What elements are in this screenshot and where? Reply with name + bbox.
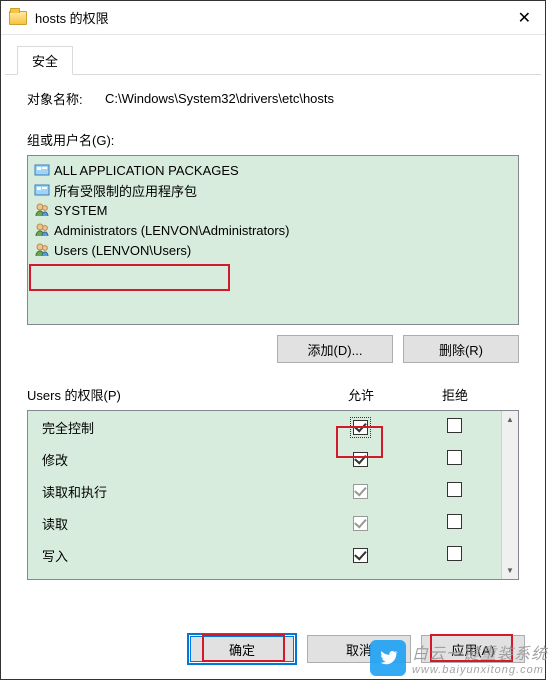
footer-button-row: 确定 取消 应用(A) xyxy=(1,619,545,679)
perm-label: 完全控制 xyxy=(42,418,313,437)
perm-row: 完全控制 xyxy=(28,411,501,443)
tab-row: 安全 xyxy=(5,35,541,75)
package-icon xyxy=(34,162,50,178)
list-item-label: ALL APPLICATION PACKAGES xyxy=(54,163,239,178)
perm-header-left: Users 的权限(P) xyxy=(27,385,314,404)
remove-button[interactable]: 删除(R) xyxy=(403,335,519,363)
tab-security[interactable]: 安全 xyxy=(17,46,73,75)
allow-checkbox[interactable] xyxy=(353,420,368,435)
object-label: 对象名称: xyxy=(27,89,105,108)
scroll-up-icon[interactable]: ▲ xyxy=(502,411,518,428)
dialog-window: hosts 的权限 ✕ 安全 对象名称: C:\Windows\System32… xyxy=(0,0,546,680)
list-item-label: Users (LENVON\Users) xyxy=(54,243,191,258)
add-button[interactable]: 添加(D)... xyxy=(277,335,393,363)
perm-row: 修改 xyxy=(28,443,501,475)
deny-checkbox[interactable] xyxy=(447,482,462,497)
perm-row: 读取和执行 xyxy=(28,475,501,507)
list-item[interactable]: SYSTEM xyxy=(32,200,514,220)
perm-label: 修改 xyxy=(42,450,313,469)
allow-checkbox[interactable] xyxy=(353,516,368,531)
deny-checkbox[interactable] xyxy=(447,546,462,561)
deny-checkbox[interactable] xyxy=(447,418,462,433)
perm-label: 写入 xyxy=(42,546,313,565)
scrollbar[interactable]: ▲ ▼ xyxy=(501,411,518,579)
allow-checkbox[interactable] xyxy=(353,452,368,467)
groups-label: 组或用户名(G): xyxy=(27,130,519,149)
window-title: hosts 的权限 xyxy=(35,8,512,27)
object-row: 对象名称: C:\Windows\System32\drivers\etc\ho… xyxy=(27,89,519,108)
user-group-list[interactable]: ALL APPLICATION PACKAGES 所有受限制的应用程序包 SYS… xyxy=(27,155,519,325)
perm-row: 写入 xyxy=(28,539,501,571)
scroll-down-icon[interactable]: ▼ xyxy=(502,562,518,579)
folder-icon xyxy=(9,11,27,25)
group-icon xyxy=(34,222,50,238)
list-item[interactable]: Administrators (LENVON\Administrators) xyxy=(32,220,514,240)
list-item-label: Administrators (LENVON\Administrators) xyxy=(54,223,290,238)
ok-button[interactable]: 确定 xyxy=(190,636,294,662)
perm-label: 读取和执行 xyxy=(42,482,313,501)
deny-checkbox[interactable] xyxy=(447,514,462,529)
close-icon[interactable]: ✕ xyxy=(512,8,537,28)
list-item-label: SYSTEM xyxy=(54,203,107,218)
object-path: C:\Windows\System32\drivers\etc\hosts xyxy=(105,91,519,106)
list-item[interactable]: ALL APPLICATION PACKAGES xyxy=(32,160,514,180)
allow-checkbox[interactable] xyxy=(353,548,368,563)
permission-header: Users 的权限(P) 允许 拒绝 xyxy=(27,385,519,404)
permission-list: 完全控制 修改 读取和执行 读取 xyxy=(27,410,519,580)
cancel-button[interactable]: 取消 xyxy=(307,635,411,663)
perm-header-deny: 拒绝 xyxy=(408,385,502,404)
list-item-users[interactable]: Users (LENVON\Users) xyxy=(32,240,514,260)
perm-header-allow: 允许 xyxy=(314,385,408,404)
list-item[interactable]: 所有受限制的应用程序包 xyxy=(32,180,514,200)
allow-checkbox[interactable] xyxy=(353,484,368,499)
deny-checkbox[interactable] xyxy=(447,450,462,465)
group-button-row: 添加(D)... 删除(R) xyxy=(27,335,519,363)
package-icon xyxy=(34,182,50,198)
group-icon xyxy=(34,242,50,258)
perm-label: 读取 xyxy=(42,514,313,533)
list-item-label: 所有受限制的应用程序包 xyxy=(54,181,197,200)
apply-button[interactable]: 应用(A) xyxy=(421,635,525,663)
titlebar: hosts 的权限 ✕ xyxy=(1,1,545,35)
user-icon xyxy=(34,202,50,218)
ok-button-highlight: 确定 xyxy=(187,633,297,665)
perm-row: 读取 xyxy=(28,507,501,539)
